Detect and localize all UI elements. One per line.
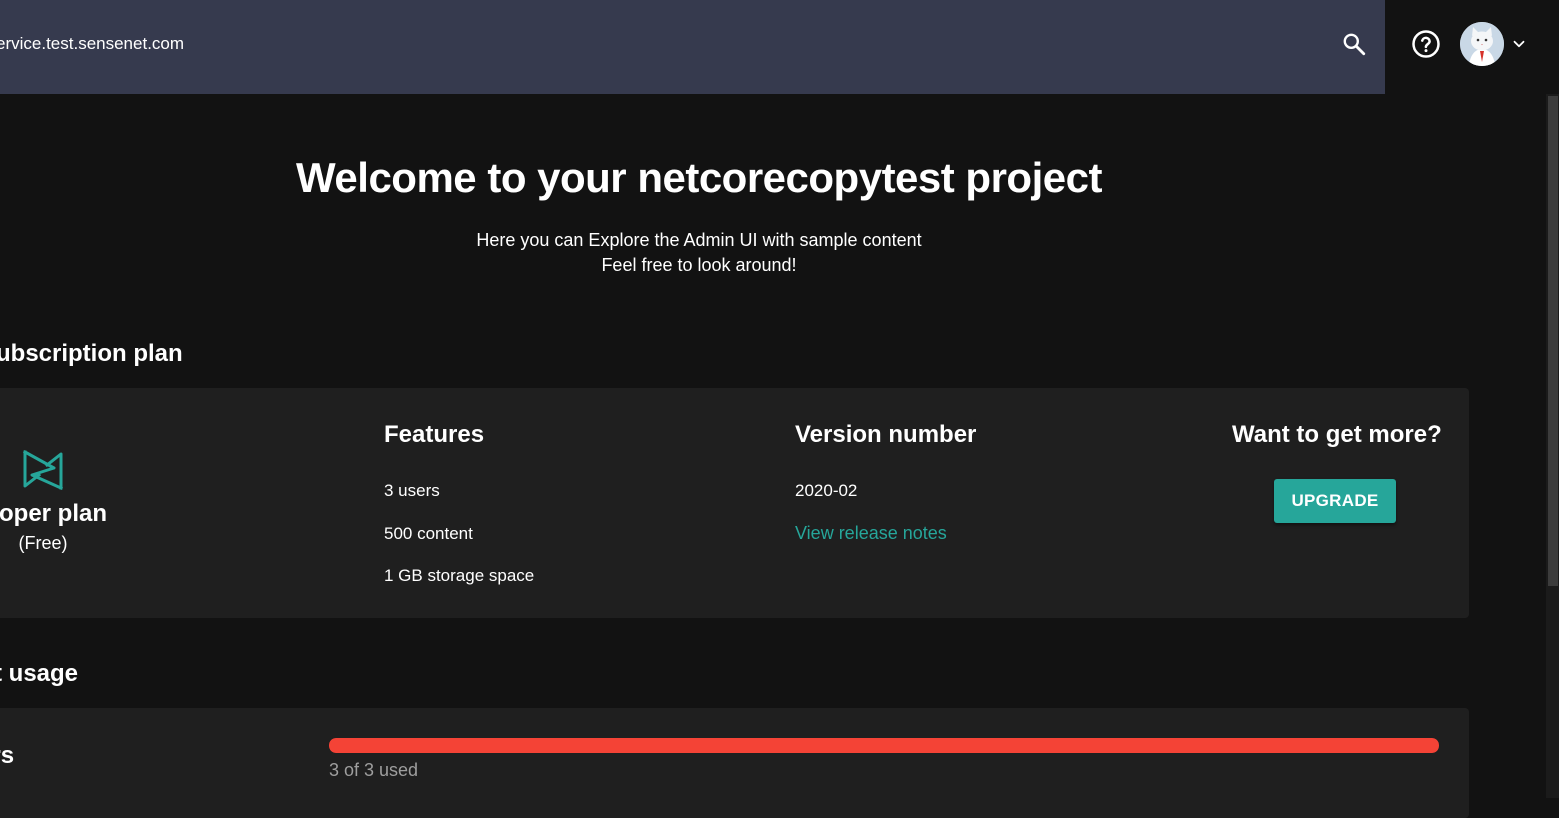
usage-heading: t usage (0, 660, 79, 687)
feature-item: 3 users (384, 481, 440, 500)
search-button[interactable] (1338, 28, 1370, 60)
help-button[interactable] (1408, 28, 1444, 60)
users-usage-progress-fill (329, 738, 1439, 753)
welcome-note: Feel free to look around! (601, 255, 797, 275)
user-menu-button[interactable] (1460, 21, 1532, 67)
users-usage-label: ers (0, 742, 15, 769)
plan-price: (Free) (18, 533, 68, 553)
page-title: Welcome to your netcorecopytest project (296, 154, 1102, 201)
feature-item: 1 GB storage space (384, 566, 535, 585)
user-avatar (1460, 22, 1504, 66)
view-release-notes-link[interactable]: View release notes (795, 523, 947, 544)
top-bar: ervice.test.sensenet.com (0, 0, 1385, 94)
version-number-heading: Version number (795, 421, 977, 448)
help-circle-icon (1412, 30, 1440, 58)
service-url: ervice.test.sensenet.com (0, 34, 185, 53)
plan-name: eloper plan (0, 500, 108, 527)
feature-item: 500 content (384, 524, 473, 543)
users-usage-text: 3 of 3 used (329, 760, 419, 780)
chevron-down-icon (1513, 40, 1525, 48)
subscription-plan-heading: ubscription plan (0, 340, 183, 367)
search-icon (1343, 33, 1366, 56)
users-usage-progress (329, 738, 1439, 753)
get-more-heading: Want to get more? (1232, 421, 1442, 448)
features-heading: Features (384, 421, 485, 448)
upgrade-button[interactable]: UPGRADE (1274, 479, 1396, 523)
welcome-subtitle: Here you can Explore the Admin UI with s… (476, 230, 922, 250)
sensenet-logo-icon (22, 449, 63, 490)
usage-card (0, 708, 1469, 818)
version-number: 2020-02 (795, 481, 858, 500)
scrollbar-thumb[interactable] (1548, 96, 1558, 586)
